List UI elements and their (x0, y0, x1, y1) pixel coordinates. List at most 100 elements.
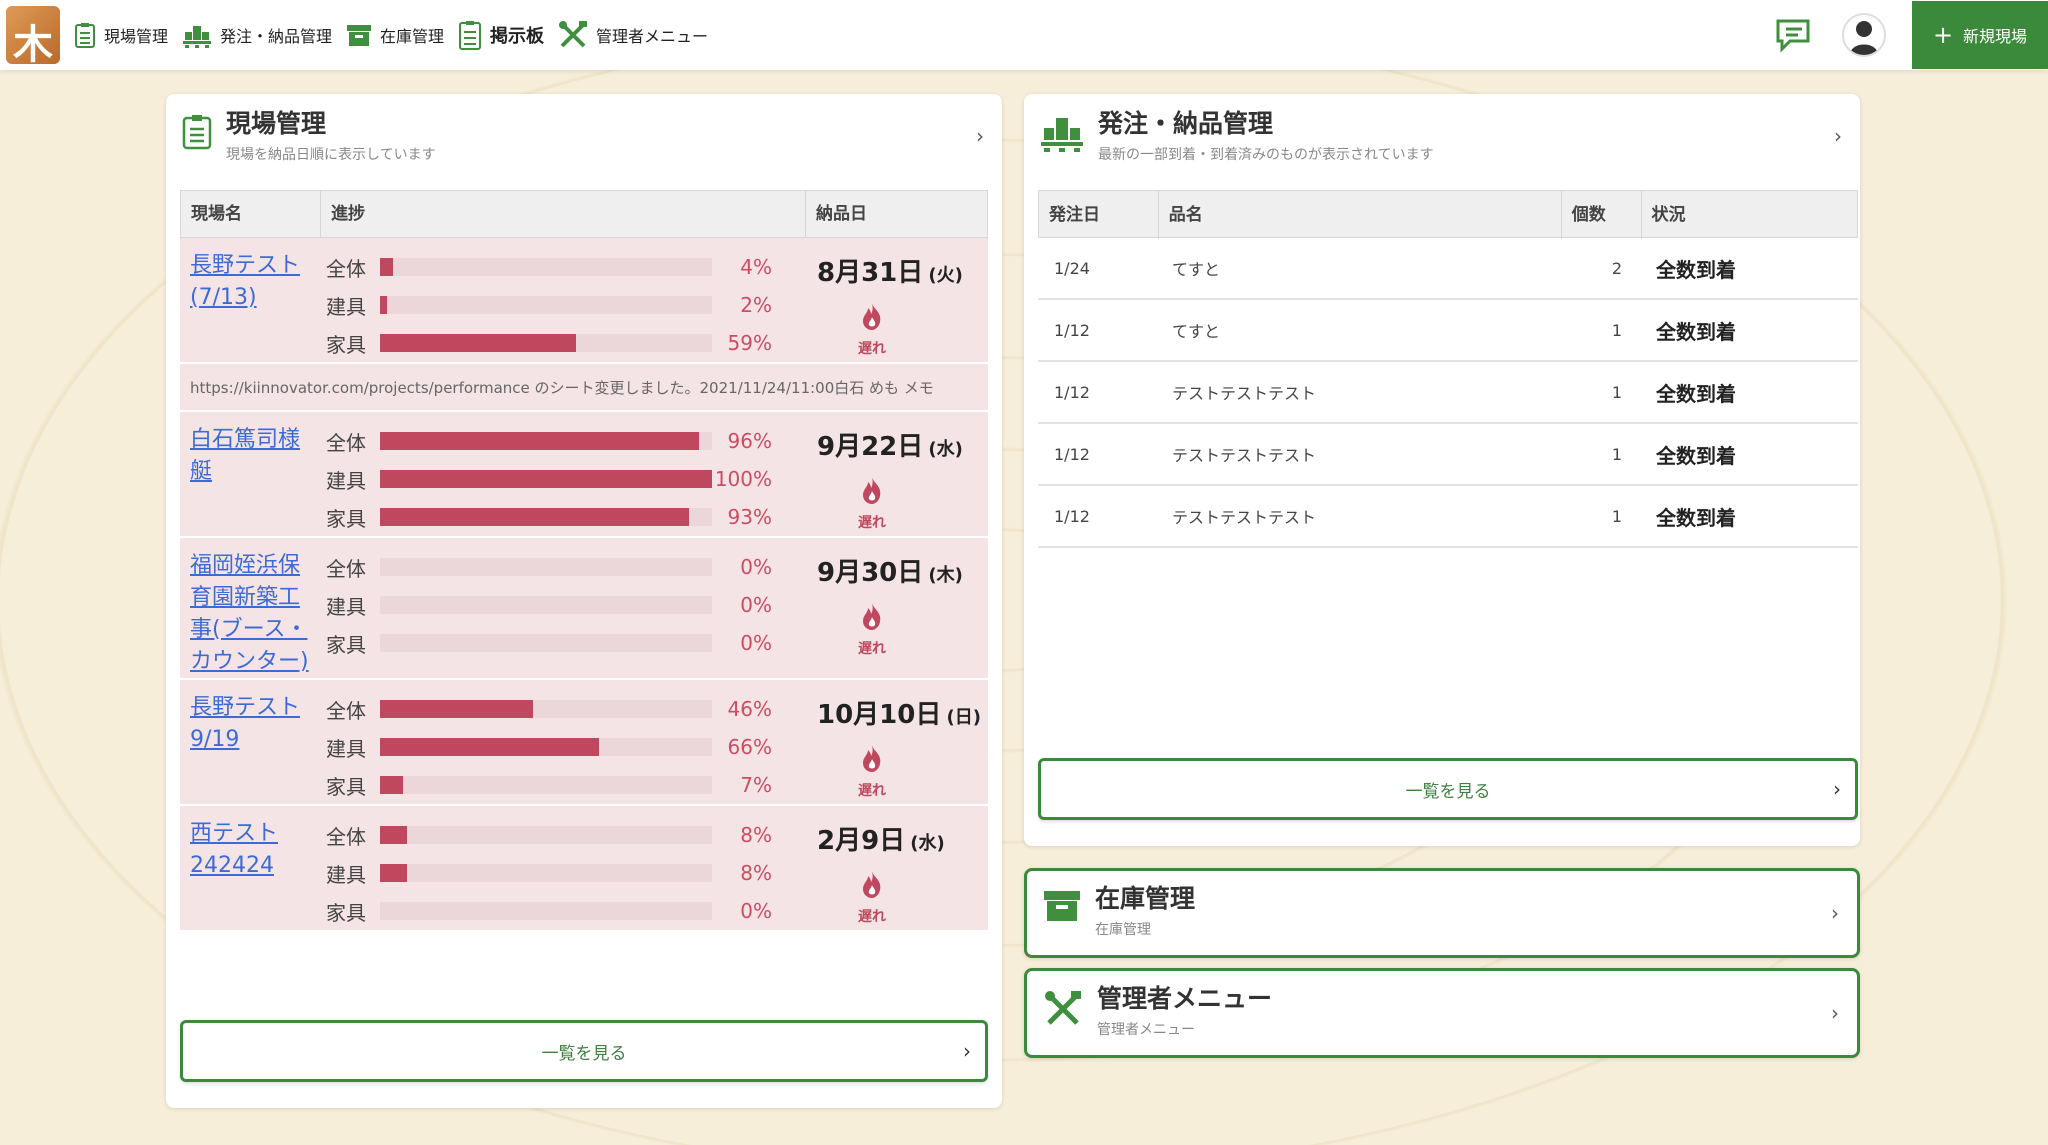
nav-item-orders[interactable]: 発注・納品管理 (182, 0, 332, 70)
order-item-name: テストテストテスト (1172, 446, 1317, 465)
due-weekday: (火) (928, 265, 963, 286)
nav-item-board[interactable]: 掲示板 (458, 0, 544, 70)
site-name-cell: 長野テスト(7/13) (180, 238, 320, 362)
plus-icon: + (1932, 21, 1954, 49)
due-weekday: (水) (910, 833, 945, 854)
admin-subtitle: 管理者メニュー (1097, 1022, 1195, 1038)
inventory-card[interactable]: 在庫管理 在庫管理 › (1024, 868, 1860, 958)
top-navigation: 木 現場管理 発注・納品管理 在庫管理 掲示板 管理者メニュー + 新規現場 (0, 0, 2048, 70)
progress-line: 家具 0% (320, 892, 805, 930)
late-label: 遅れ (858, 515, 886, 531)
new-site-button[interactable]: + 新規現場 (1912, 1, 2048, 69)
logo-icon[interactable]: 木 (6, 6, 60, 68)
site-name-link[interactable]: 白石篤司様艇 (190, 427, 300, 484)
sites-subtitle: 現場を納品日順に表示しています (226, 147, 436, 163)
inventory-title: 在庫管理 (1095, 884, 1196, 913)
progress-line: 全体 96% (320, 422, 805, 460)
clipboard-icon (74, 22, 96, 48)
sites-view-all-button[interactable]: 一覧を見る › (180, 1020, 988, 1082)
order-date: 1/12 (1054, 382, 1090, 402)
sites-table-header: 現場名 進捗 納品日 (180, 190, 988, 238)
progress-category: 家具 (326, 506, 366, 531)
site-name-link[interactable]: 長野テスト(7/13) (190, 253, 300, 310)
due-date-cell: 2月9日 (水) 遅れ (805, 806, 985, 930)
admin-card[interactable]: 管理者メニュー 管理者メニュー › (1024, 968, 1860, 1058)
due-date: 9月22日 (817, 432, 924, 462)
orders-view-all-button[interactable]: 一覧を見る › (1038, 758, 1858, 820)
progress-fill (380, 432, 699, 450)
site-name-link[interactable]: 長野テスト9/19 (190, 695, 300, 752)
progress-category: 全体 (326, 698, 366, 723)
order-status: 全数到着 (1656, 381, 1736, 406)
order-quantity: 1 (1611, 506, 1622, 526)
order-row: 1/12 テストテストテスト 1 全数到着 (1038, 486, 1858, 548)
user-avatar-icon[interactable] (1842, 13, 1886, 57)
due-weekday: (日) (946, 707, 981, 728)
late-indicator: 遅れ (817, 301, 927, 358)
nav-label: 掲示板 (490, 26, 545, 47)
due-date: 8月31日 (817, 258, 924, 288)
progress-percent: 0% (740, 593, 772, 617)
late-label: 遅れ (858, 783, 886, 799)
progress-percent: 7% (740, 773, 772, 797)
inventory-card-header: 在庫管理 在庫管理 › (1027, 871, 1857, 955)
order-date: 1/12 (1054, 320, 1090, 340)
progress-fill (380, 864, 407, 882)
progress-track (380, 634, 712, 652)
orders-table-header: 発注日 品名 個数 状況 (1038, 190, 1858, 239)
fire-icon (817, 743, 927, 780)
progress-track (380, 334, 712, 352)
progress-bars: 全体 0% 建具 0% 家具 0% (320, 538, 805, 678)
fire-icon (817, 601, 927, 638)
site-row: 福岡姪浜保育園新築工事(ブース・カウンター) 全体 0% 建具 0% 家具 0% 9月30日 … (180, 538, 988, 680)
site-name-cell: 福岡姪浜保育園新築工事(ブース・カウンター) (180, 538, 320, 678)
progress-percent: 8% (740, 861, 772, 885)
progress-percent: 93% (727, 505, 772, 529)
order-date: 1/12 (1054, 444, 1090, 464)
progress-category: 全体 (326, 824, 366, 849)
progress-line: 家具 7% (320, 766, 805, 804)
chevron-right-icon: › (976, 124, 984, 148)
chat-icon[interactable] (1774, 17, 1814, 53)
header-item-name: 品名 (1159, 191, 1562, 239)
progress-line: 建具 66% (320, 728, 805, 766)
box-icon (346, 23, 372, 47)
nav-item-sites[interactable]: 現場管理 (74, 0, 168, 70)
site-row: 西テスト242424 全体 8% 建具 8% 家具 0% 2月9日 (水) 遅れ (180, 806, 988, 932)
progress-percent: 4% (740, 255, 772, 279)
orders-table-body: 1/24 てすと 2 全数到着 1/12 てすと 1 全数到着 1/12 テストテストテスト 1 全数… (1038, 238, 1858, 548)
site-name-link[interactable]: 西テスト242424 (190, 821, 278, 878)
progress-track (380, 864, 712, 882)
order-quantity: 1 (1611, 320, 1622, 340)
late-indicator: 遅れ (817, 475, 927, 532)
orders-card-header[interactable]: 発注・納品管理 最新の一部到着・到着済みのものが表示されています › (1024, 94, 1860, 174)
nav-item-admin[interactable]: 管理者メニュー (558, 0, 708, 70)
progress-line: 建具 2% (320, 286, 805, 324)
progress-category: 家具 (326, 332, 366, 357)
order-quantity: 2 (1611, 258, 1622, 278)
view-all-label: 一覧を見る (541, 1043, 627, 1064)
progress-fill (380, 826, 407, 844)
chevron-right-icon: › (1831, 901, 1839, 925)
due-weekday: (木) (928, 565, 963, 586)
due-date-cell: 9月30日 (木) 遅れ (805, 538, 985, 678)
site-row: 長野テスト(7/13) 全体 4% 建具 2% 家具 59% 8月31日 (火) 遅れ (180, 238, 988, 364)
progress-bars: 全体 46% 建具 66% 家具 7% (320, 680, 805, 804)
progress-percent: 66% (727, 735, 772, 759)
progress-percent: 46% (727, 697, 772, 721)
box-icon (1043, 889, 1081, 927)
orders-table: 発注日 品名 個数 状況 1/24 てすと 2 全数到着 1/12 てすと 1 全数到着 1/1… (1038, 190, 1858, 548)
chevron-right-icon: › (1831, 1001, 1839, 1025)
new-site-label: 新規現場 (1963, 27, 2028, 46)
progress-track (380, 776, 712, 794)
site-name-link[interactable]: 福岡姪浜保育園新築工事(ブース・カウンター) (190, 553, 309, 674)
nav-item-inventory[interactable]: 在庫管理 (346, 0, 444, 70)
progress-fill (380, 776, 404, 794)
sites-card-header[interactable]: 現場管理 現場を納品日順に表示しています › (166, 94, 1002, 174)
progress-category: 建具 (326, 862, 366, 887)
site-row: 白石篤司様艇 全体 96% 建具 100% 家具 93% 9月22日 (水) 遅れ (180, 412, 988, 538)
fire-icon (817, 475, 927, 512)
fire-icon (817, 301, 927, 338)
progress-line: 建具 0% (320, 586, 805, 624)
progress-category: 建具 (326, 468, 366, 493)
